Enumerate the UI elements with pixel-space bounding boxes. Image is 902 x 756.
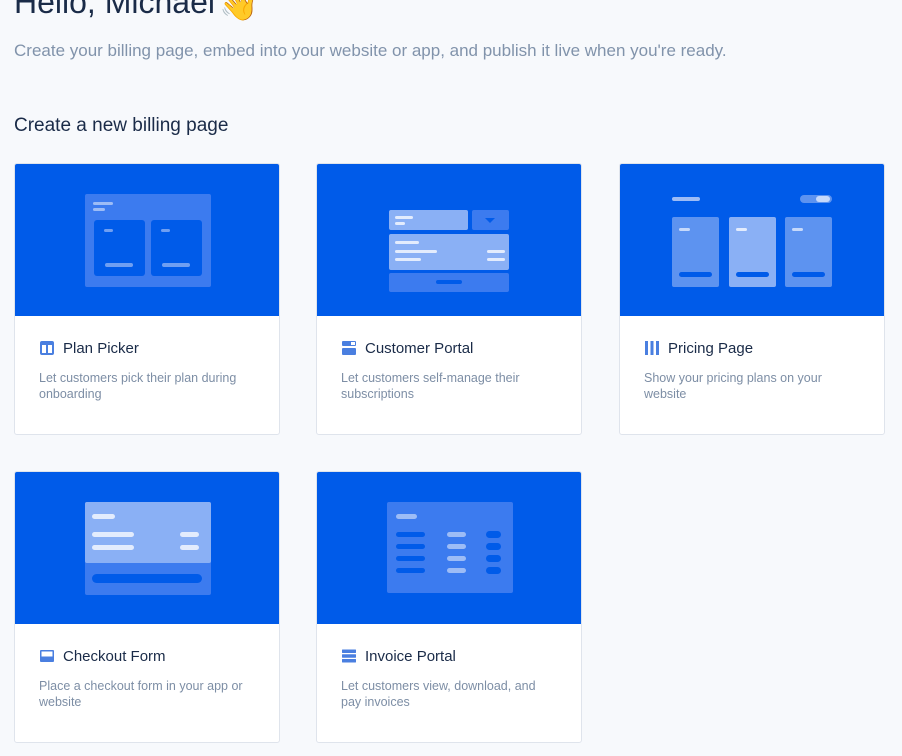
page-subtitle: Create your billing page, embed into you… [14, 41, 727, 60]
card-title: Invoice Portal [365, 647, 456, 665]
card-title: Plan Picker [63, 339, 139, 357]
card-description: Let customers pick their plan during onb… [39, 371, 237, 401]
pricing-page-illustration [620, 164, 884, 316]
window-icon [40, 650, 54, 662]
card-plan-picker[interactable]: Plan Picker Let customers pick their pla… [14, 163, 280, 435]
card-pricing-page[interactable]: Pricing Page Show your pricing plans on … [619, 163, 885, 435]
greeting-heading: Hello, Michael 👋 [14, 0, 259, 22]
card-invoice-portal[interactable]: Invoice Portal Let customers view, downl… [316, 471, 582, 743]
card-description: Let customers self-manage their subscrip… [341, 371, 520, 401]
wave-emoji: 👋 [218, 0, 259, 22]
card-description: Show your pricing plans on your website [644, 371, 822, 401]
checkout-form-illustration [15, 472, 279, 624]
greeting-text: Hello, Michael [14, 0, 215, 20]
card-title: Pricing Page [668, 339, 754, 357]
page: Hello, Michael 👋 Create your billing page… [0, 0, 902, 756]
plan-picker-illustration [15, 164, 279, 316]
invoice-portal-illustration [317, 472, 581, 624]
card-title: Customer Portal [365, 339, 474, 357]
pricing-columns-icon [645, 341, 659, 355]
layout-icon [342, 341, 356, 355]
card-description: Let customers view, download, and pay in… [341, 679, 536, 709]
section-title: Create a new billing page [14, 115, 229, 136]
card-customer-portal[interactable]: Customer Portal Let customers self-manag… [316, 163, 582, 435]
card-checkout-form[interactable]: Checkout Form Place a checkout form in y… [14, 471, 280, 743]
card-description: Place a checkout form in your app or web… [39, 679, 243, 709]
list-icon [342, 649, 356, 663]
customer-portal-illustration [317, 164, 581, 316]
card-title: Checkout Form [63, 647, 166, 665]
columns-icon [40, 341, 54, 355]
